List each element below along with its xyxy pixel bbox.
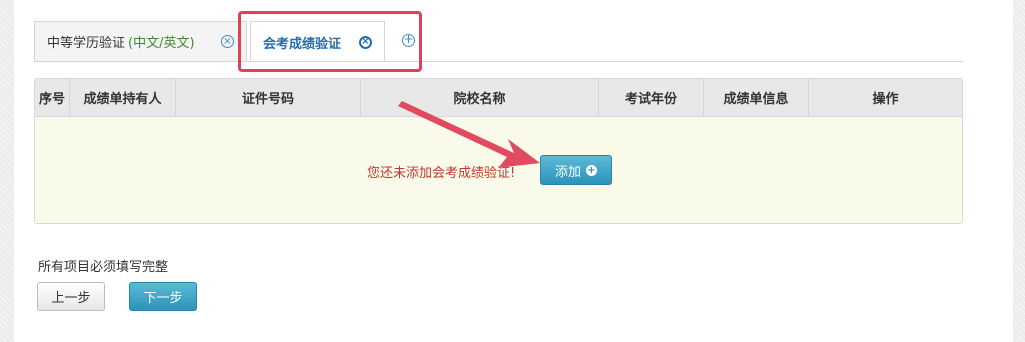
add-button[interactable]: 添加 + — [540, 155, 612, 185]
column-header: 成绩单信息 — [704, 79, 809, 116]
close-icon[interactable]: × — [221, 35, 234, 48]
empty-message: 您还未添加会考成绩验证! — [367, 166, 516, 181]
table-header: 序号 成绩单持有人 证件号码 院校名称 考试年份 成绩单信息 操作 — [35, 79, 962, 117]
add-button-label: 添加 — [554, 164, 581, 180]
prev-step-button[interactable]: 上一步 — [37, 282, 105, 311]
column-header: 考试年份 — [599, 79, 704, 116]
records-table: 序号 成绩单持有人 证件号码 院校名称 考试年份 成绩单信息 操作 您还未添加会… — [34, 78, 963, 224]
annotation-highlight-box — [238, 11, 422, 72]
tab-label: 中等学历验证 — [47, 36, 126, 51]
next-step-button[interactable]: 下一步 — [129, 282, 197, 311]
required-notice: 所有项目必须填写完整 — [38, 260, 169, 275]
plus-circle-icon: + — [586, 164, 597, 176]
column-header: 序号 — [35, 79, 70, 116]
column-header: 院校名称 — [361, 79, 599, 116]
tab-sublabel: (中文/英文) — [128, 36, 195, 51]
column-header: 操作 — [872, 92, 899, 107]
tab-divider — [34, 61, 963, 62]
column-header: 证件号码 — [176, 79, 361, 116]
tab-secondary-education[interactable]: 中等学历验证 (中文/英文) × — [34, 21, 247, 61]
column-header: 成绩单持有人 — [70, 79, 176, 116]
